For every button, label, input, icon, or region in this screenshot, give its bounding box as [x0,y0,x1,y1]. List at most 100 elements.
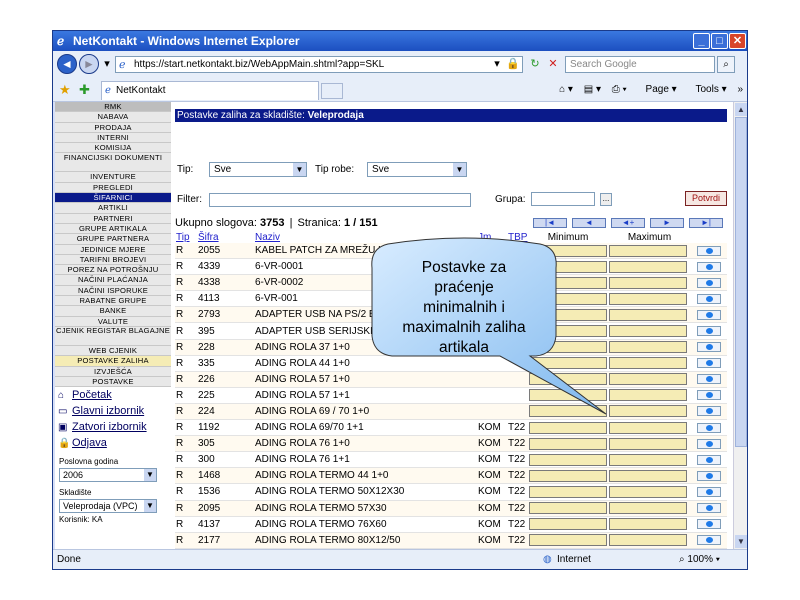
refresh-icon[interactable]: ↻ [527,56,543,72]
sidebar-item-komisija[interactable]: KOMISIJA [55,143,171,154]
maximum-input[interactable] [609,453,687,466]
close-button[interactable]: ✕ [729,33,746,49]
sidebar-item-inventure[interactable]: INVENTURE [55,172,171,183]
maximum-input[interactable] [609,308,687,321]
sidebar-item-pregledi[interactable]: PREGLEDI [55,182,171,194]
row-edit-button[interactable] [697,374,721,385]
sidebar-item-rabatne-grupe[interactable]: RABATNE GRUPE [55,296,171,307]
sidebar-link-odjava[interactable]: 🔒 Odjava [55,435,171,451]
sidebar-item-postavke[interactable]: POSTAVKE [55,376,171,388]
maximum-input[interactable] [609,469,687,482]
lock-icon[interactable]: 🔒 [505,56,521,72]
sidebar-link-zatvori-izbornik[interactable]: ▣ Zatvori izbornik [55,419,171,435]
sidebar-item-tarifni-brojevi[interactable]: TARIFNI BROJEVI [55,254,171,266]
minimum-input[interactable] [529,485,607,498]
pager-prev-button[interactable]: ◄ [572,218,606,228]
pager-add-button[interactable]: ◄+ [611,218,645,228]
sidebar-item-nacini-placanja[interactable]: NAČINI PLAĆANJA [55,275,171,286]
address-dropdown-icon[interactable]: ▾ [489,56,505,72]
sidebar-item-izvjesca[interactable]: IZVJEŠĆA [55,366,171,377]
pager-next-button[interactable]: ► [650,218,684,228]
sidebar-item-artikli[interactable]: ARTIKLI [55,203,171,214]
year-select[interactable]: 2006 ▼ [59,468,157,483]
sidebar-item-grupe-artikala[interactable]: GRUPE ARTIKALA [55,223,171,235]
feeds-icon[interactable]: ▤ ▾ [584,84,601,95]
minimum-input[interactable] [529,534,607,547]
maximum-input[interactable] [609,357,687,370]
sidebar-item-nabava[interactable]: NABAVA [55,112,171,123]
col-header-tip[interactable]: Tip [175,232,197,243]
row-edit-button[interactable] [697,293,721,304]
filter-input[interactable] [209,193,471,207]
sidebar-item-financijski[interactable]: FINANCIJSKI DOKUMENTI [55,153,171,173]
grupa-input[interactable] [531,192,595,206]
scroll-thumb[interactable] [735,117,747,447]
sidebar-link-pocetak[interactable]: ⌂ Početak [55,387,171,403]
sidebar-item-postavke-zaliha[interactable]: POSTAVKE ZALIHA [55,356,171,367]
sidebar-item-grupe-partnera[interactable]: GRUPE PARTNERA [55,234,171,245]
new-tab-button[interactable] [321,83,343,99]
search-icon[interactable]: ⌕ [717,56,735,73]
maximum-input[interactable] [609,373,687,386]
row-edit-button[interactable] [697,454,721,465]
maximum-input[interactable] [609,485,687,498]
row-edit-button[interactable] [697,470,721,481]
row-edit-button[interactable] [697,406,721,417]
print-icon[interactable]: ⎙ ▾ [612,84,627,95]
maximize-button[interactable]: □ [711,33,728,49]
stop-icon[interactable]: ✕ [545,56,561,72]
col-header-sifra[interactable]: Šifra [197,232,254,243]
address-input[interactable]: ℯ https://start.netkontakt.biz/WebAppMai… [115,56,523,73]
minimum-input[interactable] [529,453,607,466]
warehouse-select[interactable]: Veleprodaja (VPC) ▼ [59,499,157,514]
minimum-input[interactable] [529,469,607,482]
tools-menu[interactable]: Tools ▾ [687,84,726,95]
sidebar-item-partneri[interactable]: PARTNERI [55,213,171,224]
back-button[interactable]: ◄ [57,54,77,74]
tab-netkontakt[interactable]: ℯ NetKontakt [101,81,319,100]
history-dropdown-icon[interactable]: ▾ [99,56,115,72]
grupa-browse-button[interactable]: ... [600,193,612,206]
maximum-input[interactable] [609,389,687,402]
row-edit-button[interactable] [697,277,721,288]
sidebar-item-porez[interactable]: POREZ NA POTROŠNJU [55,265,171,276]
sidebar-item-valute[interactable]: VALUTE [55,316,171,327]
sidebar-link-glavni-izbornik[interactable]: ▭ Glavni izbornik [55,403,171,419]
sidebar-item-web-cjenik[interactable]: WEB CJENIK [55,345,171,357]
favorites-star-icon[interactable]: ★ [59,82,71,98]
row-edit-button[interactable] [697,309,721,320]
maximum-input[interactable] [609,325,687,338]
sidebar-item-banke[interactable]: BANKE [55,306,171,317]
maximum-input[interactable] [609,437,687,450]
search-input[interactable]: Search Google [565,56,715,73]
minimum-input[interactable] [529,502,607,515]
tip-select[interactable]: Sve ▼ [209,162,307,177]
maximum-input[interactable] [609,341,687,354]
maximum-input[interactable] [609,260,687,273]
row-edit-button[interactable] [697,519,721,530]
scroll-up-icon[interactable]: ▲ [735,103,747,116]
row-edit-button[interactable] [697,503,721,514]
maximum-input[interactable] [609,292,687,305]
maximum-input[interactable] [609,244,687,257]
row-edit-button[interactable] [697,261,721,272]
forward-button[interactable]: ► [79,54,99,74]
row-edit-button[interactable] [697,422,721,433]
maximum-input[interactable] [609,502,687,515]
sidebar-item-prodaja[interactable]: PRODAJA [55,122,171,133]
pager-first-button[interactable]: |◄ [533,218,567,228]
minimum-input[interactable] [529,421,607,434]
chevron-more-icon[interactable]: » [737,84,743,95]
sidebar-item-interni[interactable]: INTERNI [55,132,171,144]
sidebar-item-nacini-isporuke[interactable]: NAČINI ISPORUKE [55,285,171,297]
home-icon[interactable]: ⌂ ▾ [559,84,573,95]
row-edit-button[interactable] [697,486,721,497]
tip-robe-select[interactable]: Sve ▼ [367,162,467,177]
maximum-input[interactable] [609,518,687,531]
minimize-button[interactable]: _ [693,33,710,49]
row-edit-button[interactable] [697,245,721,256]
row-edit-button[interactable] [697,358,721,369]
maximum-input[interactable] [609,534,687,547]
sidebar-item-sifarnici[interactable]: ŠIFARNICI [55,193,171,204]
sidebar-item-cjenik-registar[interactable]: CJENIK REGISTAR BLAGAJNE [55,327,171,346]
